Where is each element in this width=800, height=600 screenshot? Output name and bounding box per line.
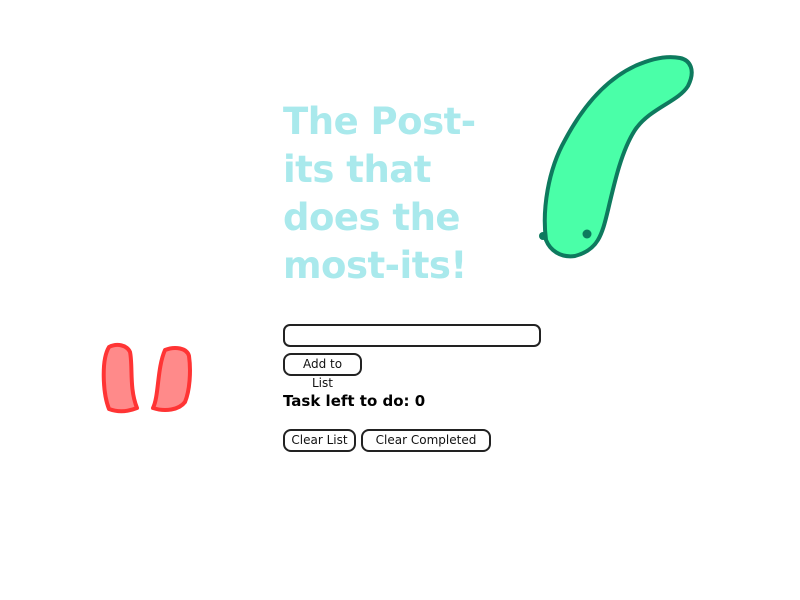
todo-page: The Post-its that does the most-its! Add… bbox=[0, 0, 800, 600]
red-ears-doodle-icon bbox=[101, 342, 192, 414]
tasks-left-counter: Task left to do: 0 bbox=[283, 392, 426, 410]
green-worm-doodle-icon bbox=[539, 55, 694, 259]
add-to-list-button[interactable]: Add to List bbox=[283, 353, 362, 390]
page-title: The Post-its that does the most-its! bbox=[283, 100, 476, 287]
clear-list-button[interactable]: Clear List bbox=[283, 429, 356, 452]
clear-completed-button[interactable]: Clear Completed bbox=[361, 429, 491, 452]
task-input[interactable] bbox=[283, 324, 541, 347]
